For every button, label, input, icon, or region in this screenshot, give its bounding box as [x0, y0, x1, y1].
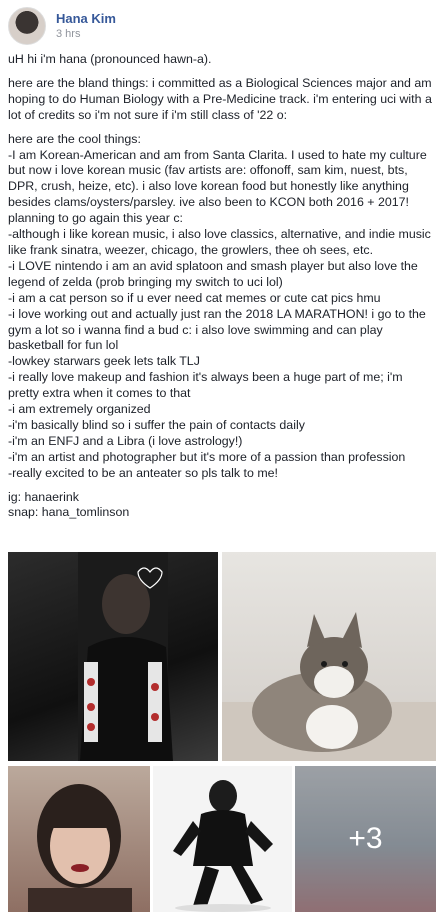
post-paragraph: uH hi i'm hana (pronounced hawn-a).	[8, 52, 212, 66]
photo-portrait[interactable]	[8, 766, 150, 912]
more-photos-count: +3	[348, 822, 383, 855]
post-timestamp[interactable]: 3 hrs	[56, 27, 80, 42]
photo-gallery: +3	[8, 552, 436, 912]
post-paragraph: here are the bland things: i committed a…	[8, 75, 436, 122]
post-time-row: 3 hrs	[56, 27, 116, 42]
post-paragraph: here are the cool things: -I am Korean-A…	[8, 131, 431, 480]
photo-more[interactable]: +3	[295, 766, 436, 912]
post-meta: Hana Kim 3 hrs	[56, 11, 116, 42]
author-name[interactable]: Hana Kim	[56, 11, 116, 27]
photo-cat[interactable]	[222, 552, 436, 761]
photo-portrait-art	[28, 784, 132, 912]
avatar[interactable]	[8, 7, 46, 45]
photo-kylo-ren-figure-art	[173, 780, 273, 912]
photo-mirror-selfie-art	[78, 552, 173, 761]
photo-mirror-selfie[interactable]	[8, 552, 218, 761]
facebook-post: Hana Kim 3 hrs uH hi i'm hana (pronounce…	[0, 0, 442, 913]
post-paragraph: ig: hanaerink snap: hana_tomlinson	[8, 489, 130, 520]
post-body: uH hi i'm hana (pronounced hawn-a). here…	[8, 52, 436, 529]
photo-kylo-ren-figure[interactable]	[153, 766, 292, 912]
post-header: Hana Kim 3 hrs	[8, 6, 116, 46]
more-photos-overlay[interactable]: +3	[295, 766, 436, 912]
photo-cat-art	[222, 612, 436, 761]
